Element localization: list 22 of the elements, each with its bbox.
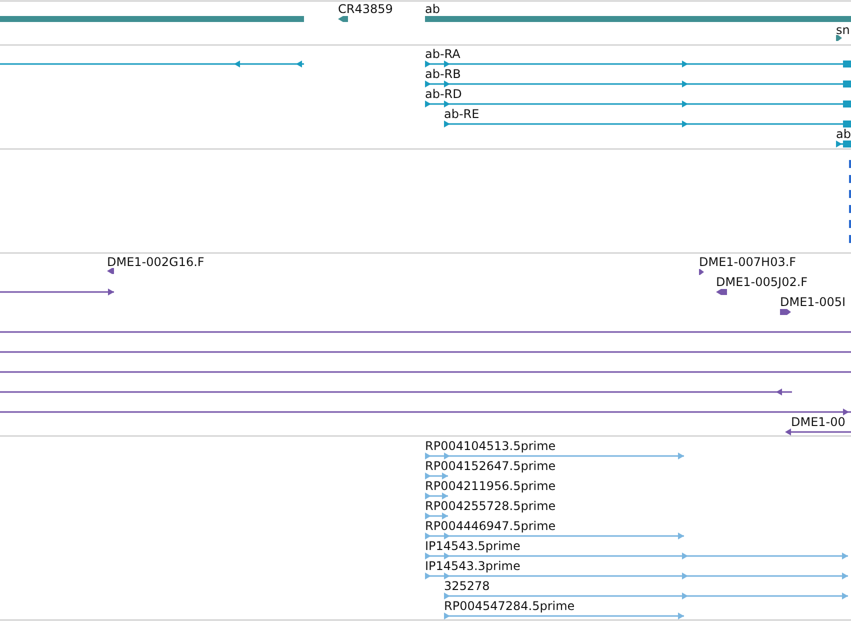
feature-label: DME1-00	[791, 415, 846, 429]
feature-label: DME1-005J02.F	[716, 275, 808, 289]
feature-label: ab-RB	[425, 67, 461, 81]
feature-label: ab	[836, 127, 851, 141]
feature-label: ab-RE	[444, 107, 480, 121]
feature-label: RP004104513.5prime	[425, 439, 556, 453]
feature-label: ab	[425, 2, 440, 16]
feature-label: IP14543.5prime	[425, 539, 520, 553]
feature-label: sn	[836, 23, 850, 37]
feature-label: IP14543.3prime	[425, 559, 520, 573]
feature-label: 325278	[444, 579, 490, 593]
feature-label: RP004255728.5prime	[425, 499, 556, 513]
feature-label: DME1-007H03.F	[699, 255, 796, 269]
feature-label: DME1-005I	[780, 295, 846, 309]
feature-label: CR43859	[338, 2, 393, 16]
feature-label: RP004152647.5prime	[425, 459, 556, 473]
feature-label: RP004547284.5prime	[444, 599, 575, 613]
feature-label: DME1-002G16.F	[107, 255, 204, 269]
feature-label: ab-RA	[425, 47, 460, 61]
feature-label: RP004446947.5prime	[425, 519, 556, 533]
feature-label: ab-RD	[425, 87, 462, 101]
feature-label: RP004211956.5prime	[425, 479, 556, 493]
